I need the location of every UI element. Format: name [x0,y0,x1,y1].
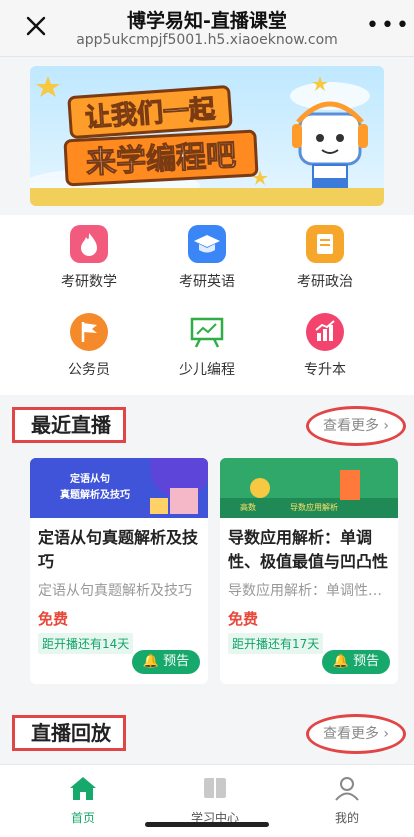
flag-icon [70,313,108,351]
category-kaoyan-math[interactable]: 考研数学 [34,215,144,295]
card-thumbnail-art: 定语从句 真题解析及技巧 [30,458,208,518]
category-label: 公务员 [68,362,110,378]
whiteboard-icon [188,313,226,351]
category-label: 考研政治 [297,274,353,290]
card-title: 定语从句真题解析及技巧 [38,528,199,571]
preview-button-label: 预告 [163,654,190,669]
card-thumbnail: 定语从句 真题解析及技巧 [30,458,208,518]
category-kaoyan-english[interactable]: 考研英语 [152,215,262,295]
category-upgrade-degree[interactable]: 专升本 [270,303,380,383]
flame-icon [70,225,108,263]
bell-icon: 🔔 [142,654,160,669]
card-subtitle: 定语从句真题解析及技巧 [38,583,192,599]
document-icon [306,225,344,263]
live-card-1[interactable]: 定语从句 真题解析及技巧 定语从句真题解析及技巧 定语从句真题解析及技巧 免费 … [30,458,208,684]
card-subtitle: 导数应用解析：单调性、极值最值与凹凸性 [228,583,390,599]
more-label: 查看更多 [322,726,379,742]
recent-live-more-button[interactable]: 查看更多 › [306,406,406,446]
chart-icon [306,313,344,351]
category-grid: 考研数学 考研英语 考研政治 公务员 少儿编程 专升本 [0,215,414,395]
tab-profile[interactable]: 我的 [278,765,414,837]
category-kaoyan-politics[interactable]: 考研政治 [270,215,380,295]
card-countdown: 距开播还有14天 [38,633,134,654]
home-icon [70,777,96,800]
card-thumbnail: 高数 导数应用解析 [220,458,398,518]
card-price: 免费 [228,610,259,628]
card-thumb-text-1: 高数 [240,502,256,512]
tab-label: 首页 [70,811,95,825]
book-icon [204,778,226,798]
category-label: 考研英语 [179,274,235,290]
home-indicator [145,822,269,827]
chevron-right-icon: › [383,418,390,434]
banner-illustration: 让我们一起 来学编程吧 [30,66,384,206]
preview-button-label: 预告 [353,654,380,669]
tab-label: 我的 [334,811,359,825]
recent-live-title: 最近直播 [12,407,126,443]
category-label: 少儿编程 [179,362,235,378]
card-price: 免费 [38,610,69,628]
card-thumbnail-art: 高数 导数应用解析 [220,458,398,518]
page-url: app5ukcmpjf5001.h5.xiaoeknow.com [76,32,338,48]
page-title: 博学易知-直播课堂 [127,10,287,32]
user-icon [335,777,359,801]
bell-icon: 🔔 [332,654,350,669]
card-title: 导数应用解析：单调性、极值最值与凹凸性 [228,528,389,571]
top-bar: 博学易知-直播课堂 app5ukcmpjf5001.h5.xiaoeknow.c… [0,0,414,57]
chevron-right-icon: › [383,726,390,742]
category-kids-coding[interactable]: 少儿编程 [152,303,262,383]
graduation-cap-icon [188,225,226,263]
preview-button[interactable]: 🔔 预告 [322,650,390,674]
more-label: 查看更多 [322,418,379,434]
card-thumb-text-2: 导数应用解析 [290,502,338,512]
preview-button[interactable]: 🔔 预告 [132,650,200,674]
category-label: 考研数学 [61,274,117,290]
card-countdown: 距开播还有17天 [228,633,324,654]
replay-more-button[interactable]: 查看更多 › [306,714,406,754]
card-thumb-text-1: 定语从句 [70,472,110,485]
tab-home[interactable]: 首页 [14,765,152,837]
category-civil-servant[interactable]: 公务员 [34,303,144,383]
category-label: 专升本 [304,362,346,378]
card-thumb-text-2: 真题解析及技巧 [60,488,130,501]
more-menu-icon[interactable]: ••• [366,15,409,39]
replay-title: 直播回放 [12,715,126,751]
promo-banner[interactable]: 让我们一起 来学编程吧 [30,66,384,206]
live-card-2[interactable]: 高数 导数应用解析 导数应用解析：单调性、极值最值与凹凸性 导数应用解析：单调性… [220,458,398,684]
